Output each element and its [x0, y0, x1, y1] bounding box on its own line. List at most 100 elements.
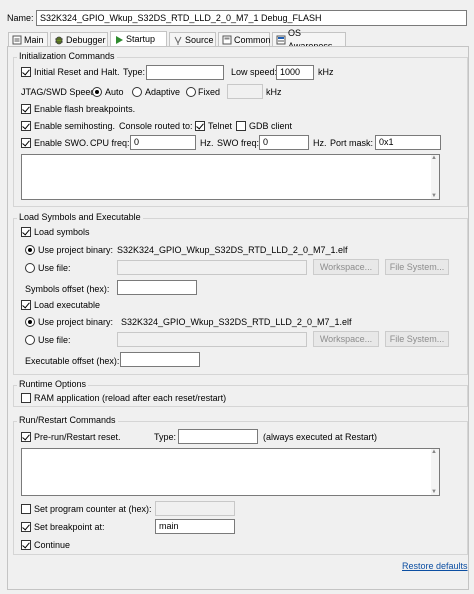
- always-executed-note: (always executed at Restart): [263, 432, 378, 442]
- semihosting-checkbox[interactable]: [21, 121, 31, 131]
- set-pc-field[interactable]: [155, 501, 235, 516]
- swo-freq-label: SWO freq:: [217, 138, 260, 148]
- symbols-file-field[interactable]: [117, 260, 307, 275]
- exec-workspace-button[interactable]: Workspace...: [313, 331, 379, 347]
- gdb-client-checkbox[interactable]: [236, 121, 246, 131]
- initial-reset-checkbox[interactable]: [21, 67, 31, 77]
- exec-use-file-radio[interactable]: [25, 335, 35, 345]
- set-pc-checkbox[interactable]: [21, 504, 31, 514]
- source-tab-icon: [173, 35, 183, 45]
- tab-os-awareness[interactable]: OS Awareness: [272, 28, 346, 51]
- exec-use-project-binary-radio[interactable]: [25, 317, 35, 327]
- telnet-checkbox[interactable]: [195, 121, 205, 131]
- low-speed-unit: kHz: [318, 67, 334, 77]
- run-group-title: Run/Restart Commands: [17, 414, 118, 426]
- name-field[interactable]: S32K324_GPIO_Wkup_S32DS_RTD_LLD_2_0_M7_1…: [36, 10, 467, 26]
- tab-main[interactable]: Main: [8, 32, 48, 47]
- jtag-speed-label: JTAG/SWD Speed:: [21, 87, 98, 97]
- port-mask-label: Port mask:: [330, 138, 374, 148]
- set-pc-label: Set program counter at (hex):: [34, 504, 152, 514]
- symbols-workspace-button[interactable]: Workspace...: [313, 259, 379, 275]
- tab-common-label: Common: [234, 34, 271, 45]
- set-breakpoint-label: Set breakpoint at:: [34, 522, 105, 532]
- scroll-up-arrow-icon[interactable]: ▲: [431, 449, 437, 455]
- tab-main-label: Main: [24, 34, 44, 45]
- ram-application-checkbox[interactable]: [21, 393, 31, 403]
- cpu-freq-field[interactable]: 0: [130, 135, 196, 150]
- flash-breakpoints-checkbox[interactable]: [21, 104, 31, 114]
- cpu-freq-label: CPU freq:: [90, 138, 130, 148]
- init-commands-textarea[interactable]: [21, 154, 440, 200]
- symbols-use-project-binary-label: Use project binary:: [38, 245, 114, 255]
- exec-use-file-label: Use file:: [38, 335, 71, 345]
- prerun-reset-label: Pre-run/Restart reset.: [34, 432, 121, 442]
- gdb-client-label: GDB client: [249, 121, 293, 131]
- console-routed-label: Console routed to:: [119, 121, 193, 131]
- type-field[interactable]: [146, 65, 224, 80]
- tab-startup[interactable]: Startup: [110, 31, 167, 47]
- restore-defaults-link[interactable]: Restore defaults: [402, 561, 468, 571]
- adaptive-label: Adaptive: [145, 87, 181, 97]
- tab-source-label: Source: [185, 34, 214, 45]
- load-executable-checkbox[interactable]: [21, 300, 31, 310]
- run-commands-textarea[interactable]: [21, 448, 440, 496]
- flash-breakpoints-label: Enable flash breakpoints.: [34, 104, 136, 114]
- symbols-offset-field[interactable]: [117, 280, 197, 295]
- run-commands-scrollbar[interactable]: ▲ ▼: [431, 449, 439, 495]
- symbols-project-binary-value: S32K324_GPIO_Wkup_S32DS_RTD_LLD_2_0_M7_1…: [117, 245, 348, 255]
- common-tab-icon: [222, 35, 232, 45]
- swo-label: Enable SWO.: [34, 138, 89, 148]
- exec-offset-field[interactable]: [120, 352, 200, 367]
- load-symbols-checkbox[interactable]: [21, 227, 31, 237]
- runtime-group-title: Runtime Options: [17, 378, 89, 390]
- run-type-label: Type:: [154, 432, 177, 442]
- startup-tab-icon: [114, 35, 124, 45]
- load-executable-label: Load executable: [34, 300, 101, 310]
- continue-label: Continue: [34, 540, 71, 550]
- symbols-file-system-button[interactable]: File System...: [385, 259, 449, 275]
- tab-source[interactable]: Source: [169, 32, 216, 47]
- init-commands-scrollbar[interactable]: ▲ ▼: [431, 155, 439, 199]
- run-type-field[interactable]: [178, 429, 258, 444]
- name-label: Name:: [7, 13, 34, 23]
- telnet-label: Telnet: [208, 121, 233, 131]
- initial-reset-label: Initial Reset and Halt.: [34, 67, 120, 77]
- scroll-down-arrow-icon[interactable]: ▼: [431, 193, 437, 199]
- auto-radio[interactable]: [92, 87, 102, 97]
- fixed-unit: kHz: [266, 87, 282, 97]
- tab-common[interactable]: Common: [218, 32, 271, 47]
- symbols-use-file-radio[interactable]: [25, 263, 35, 273]
- scroll-up-arrow-icon[interactable]: ▲: [431, 155, 437, 161]
- load-group-title: Load Symbols and Executable: [17, 211, 143, 223]
- symbols-offset-label: Symbols offset (hex):: [25, 284, 110, 294]
- load-symbols-label: Load symbols: [34, 227, 90, 237]
- load-group: [13, 218, 468, 375]
- init-group-title: Initialization Commands: [17, 50, 117, 62]
- ram-application-label: RAM application (reload after each reset…: [34, 393, 227, 403]
- fixed-radio[interactable]: [186, 87, 196, 97]
- main-tab-icon: [12, 35, 22, 45]
- tab-debugger-label: Debugger: [66, 34, 106, 45]
- symbols-use-project-binary-radio[interactable]: [25, 245, 35, 255]
- exec-file-system-button[interactable]: File System...: [385, 331, 449, 347]
- tab-debugger[interactable]: Debugger: [50, 32, 108, 47]
- exec-use-project-binary-label: Use project binary:: [38, 317, 114, 327]
- swo-freq-field[interactable]: 0: [259, 135, 309, 150]
- scroll-down-arrow-icon[interactable]: ▼: [431, 489, 437, 495]
- semihosting-label: Enable semihosting.: [34, 121, 116, 131]
- exec-file-field[interactable]: [117, 332, 307, 347]
- fixed-speed-field[interactable]: [227, 84, 263, 99]
- low-speed-field[interactable]: 1000: [276, 65, 314, 80]
- symbols-use-file-label: Use file:: [38, 263, 71, 273]
- set-breakpoint-checkbox[interactable]: [21, 522, 31, 532]
- auto-label: Auto: [105, 87, 124, 97]
- port-mask-field[interactable]: 0x1: [375, 135, 441, 150]
- prerun-reset-checkbox[interactable]: [21, 432, 31, 442]
- continue-checkbox[interactable]: [21, 540, 31, 550]
- adaptive-radio[interactable]: [132, 87, 142, 97]
- fixed-label: Fixed: [198, 87, 221, 97]
- cpu-freq-unit: Hz.: [200, 138, 214, 148]
- tab-startup-label: Startup: [126, 34, 156, 44]
- swo-checkbox[interactable]: [21, 138, 31, 148]
- set-breakpoint-field[interactable]: main: [155, 519, 235, 534]
